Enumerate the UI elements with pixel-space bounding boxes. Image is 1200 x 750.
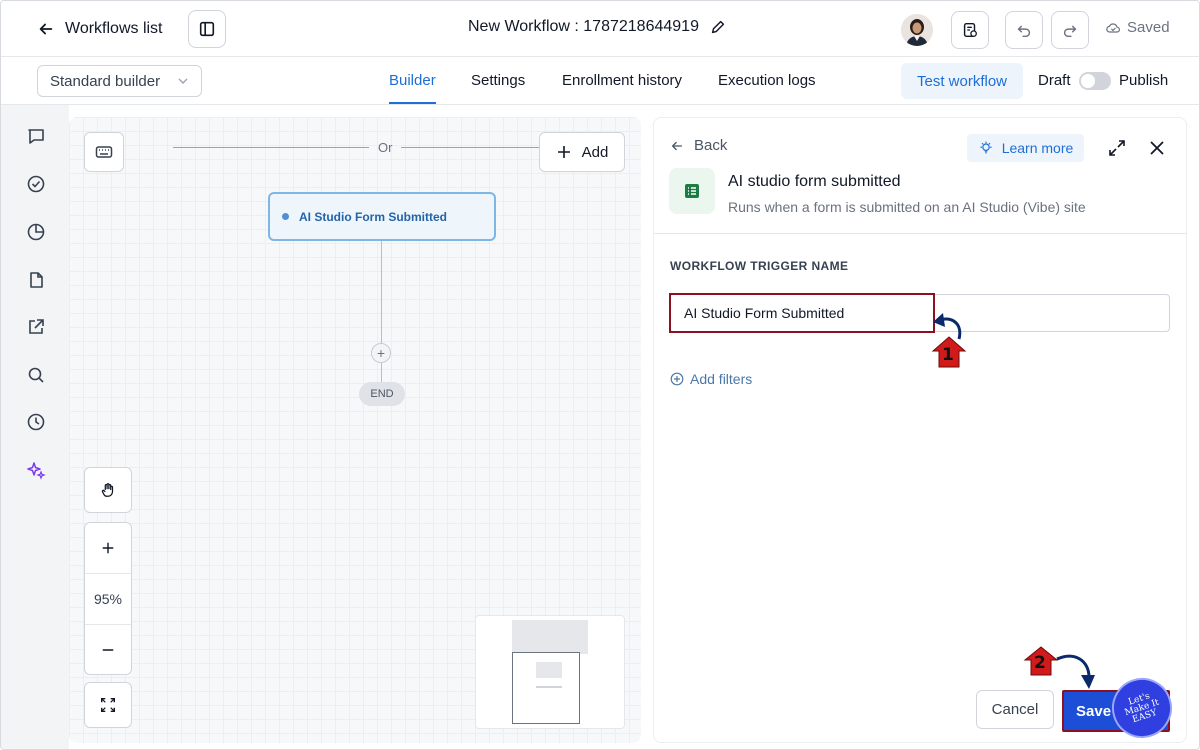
save-label: Save bbox=[1076, 702, 1112, 720]
draft-label: Draft bbox=[1038, 72, 1071, 89]
or-label: Or bbox=[378, 140, 393, 155]
add-filters-label: Add filters bbox=[690, 371, 753, 387]
add-filters-button[interactable]: Add filters bbox=[670, 371, 752, 387]
chevron-down-icon bbox=[178, 78, 188, 84]
file-icon[interactable] bbox=[25, 269, 47, 291]
arrow-left-icon bbox=[39, 23, 53, 35]
workflows-list-link[interactable]: Workflows list bbox=[37, 17, 163, 41]
builder-mode-select[interactable]: Standard builder bbox=[37, 65, 202, 97]
workflows-list-label: Workflows list bbox=[65, 20, 163, 37]
avatar-image bbox=[901, 14, 933, 46]
expand-icon bbox=[1109, 140, 1125, 156]
app-window: Workflows list New Workflow : 1787218644… bbox=[0, 0, 1200, 750]
close-icon bbox=[1150, 141, 1164, 155]
saved-label: Saved bbox=[1127, 19, 1170, 36]
workflow-title[interactable]: New Workflow : 1787218644919 bbox=[468, 18, 727, 36]
close-panel-button[interactable] bbox=[1146, 137, 1168, 159]
toggle-sidebar-button[interactable] bbox=[188, 10, 226, 48]
keyboard-shortcuts-button[interactable] bbox=[84, 132, 124, 172]
trigger-status-dot bbox=[282, 213, 289, 220]
search-icon[interactable] bbox=[25, 364, 47, 386]
zoom-in-button[interactable] bbox=[85, 523, 131, 573]
minimap-viewport-top bbox=[512, 620, 588, 654]
pie-chart-icon[interactable] bbox=[25, 221, 47, 243]
zoom-level: 95% bbox=[85, 574, 131, 624]
branch-line-left bbox=[173, 147, 369, 148]
trigger-node[interactable]: AI Studio Form Submitted bbox=[268, 192, 496, 241]
annotation-arrow-2 bbox=[1056, 654, 1095, 689]
pencil-icon[interactable] bbox=[709, 18, 727, 36]
trigger-name-input[interactable] bbox=[669, 294, 1170, 332]
panel-divider bbox=[654, 233, 1187, 234]
add-trigger-button[interactable]: Add bbox=[539, 132, 625, 172]
spreadsheet-icon bbox=[685, 184, 699, 198]
hand-icon bbox=[101, 483, 114, 497]
redo-icon bbox=[1063, 25, 1077, 38]
trigger-subtitle: Runs when a form is submitted on an AI S… bbox=[728, 199, 1086, 215]
minus-icon bbox=[102, 649, 114, 651]
document-history-icon bbox=[963, 22, 977, 38]
annotation-step-2: 2 bbox=[1034, 653, 1046, 673]
trigger-node-label: AI Studio Form Submitted bbox=[299, 209, 447, 224]
add-action-button[interactable]: + bbox=[371, 343, 391, 363]
plus-icon bbox=[557, 146, 570, 158]
save-status: Saved bbox=[1105, 19, 1170, 36]
lightbulb-icon bbox=[980, 141, 992, 154]
learn-more-button[interactable]: Learn more bbox=[967, 134, 1084, 162]
minimap-end bbox=[536, 686, 562, 688]
pan-mode-button[interactable] bbox=[84, 467, 132, 513]
tab-enrollment-history[interactable]: Enrollment history bbox=[562, 72, 682, 89]
redo-button[interactable] bbox=[1051, 11, 1089, 49]
sidebar-panel-icon bbox=[199, 21, 215, 37]
check-circle-icon[interactable] bbox=[25, 173, 47, 195]
active-tab-indicator bbox=[389, 102, 436, 104]
connector-line bbox=[381, 241, 382, 343]
tab-settings[interactable]: Settings bbox=[471, 72, 525, 89]
builder-mode-value: Standard builder bbox=[50, 72, 161, 90]
plus-circle-icon bbox=[670, 372, 684, 386]
plus-icon bbox=[102, 542, 114, 554]
zoom-percentage: 95% bbox=[93, 591, 123, 607]
form-trigger-icon bbox=[669, 168, 715, 214]
branch-line-right bbox=[401, 147, 541, 148]
sparkles-icon[interactable] bbox=[25, 459, 47, 481]
trigger-title: AI studio form submitted bbox=[728, 173, 901, 190]
panel-back-label: Back bbox=[694, 137, 728, 154]
cancel-button[interactable]: Cancel bbox=[976, 690, 1054, 729]
version-history-button[interactable] bbox=[951, 11, 989, 49]
cloud-check-icon bbox=[1106, 22, 1120, 33]
clock-icon[interactable] bbox=[25, 411, 47, 433]
plus-icon: + bbox=[376, 345, 386, 361]
connector-line-end bbox=[381, 363, 382, 382]
trigger-name-label: WORKFLOW TRIGGER NAME bbox=[670, 259, 849, 273]
minimap[interactable] bbox=[475, 615, 625, 729]
zoom-controls: 95% bbox=[84, 522, 132, 675]
watermark-text: Let's Make It EASY bbox=[1123, 690, 1161, 725]
expand-panel-button[interactable] bbox=[1106, 137, 1128, 159]
toggle-knob bbox=[1081, 74, 1095, 88]
tab-execution-logs[interactable]: Execution logs bbox=[718, 72, 816, 89]
tab-builder[interactable]: Builder bbox=[389, 72, 436, 89]
learn-more-label: Learn more bbox=[1001, 140, 1074, 156]
publish-toggle[interactable] bbox=[1079, 72, 1111, 90]
add-label: Add bbox=[581, 143, 609, 161]
external-link-icon[interactable] bbox=[25, 316, 47, 338]
undo-button[interactable] bbox=[1005, 11, 1043, 49]
undo-icon bbox=[1017, 25, 1031, 38]
minimap-node bbox=[536, 662, 562, 678]
keyboard-icon bbox=[95, 146, 113, 158]
top-bar: Workflows list New Workflow : 1787218644… bbox=[1, 1, 1199, 57]
publish-label: Publish bbox=[1119, 72, 1169, 89]
panel-back-button[interactable]: Back bbox=[670, 137, 727, 154]
fit-screen-icon bbox=[100, 697, 116, 713]
chat-icon[interactable] bbox=[25, 125, 47, 147]
test-workflow-button[interactable]: Test workflow bbox=[901, 63, 1023, 99]
user-avatar[interactable] bbox=[901, 14, 933, 46]
workflow-title-text: New Workflow : 1787218644919 bbox=[468, 18, 699, 35]
zoom-out-button[interactable] bbox=[85, 625, 131, 675]
end-node: END bbox=[359, 382, 405, 406]
annotation-step-1: 1 bbox=[942, 345, 954, 365]
arrow-left-icon bbox=[671, 141, 683, 150]
fit-view-button[interactable] bbox=[84, 682, 132, 728]
